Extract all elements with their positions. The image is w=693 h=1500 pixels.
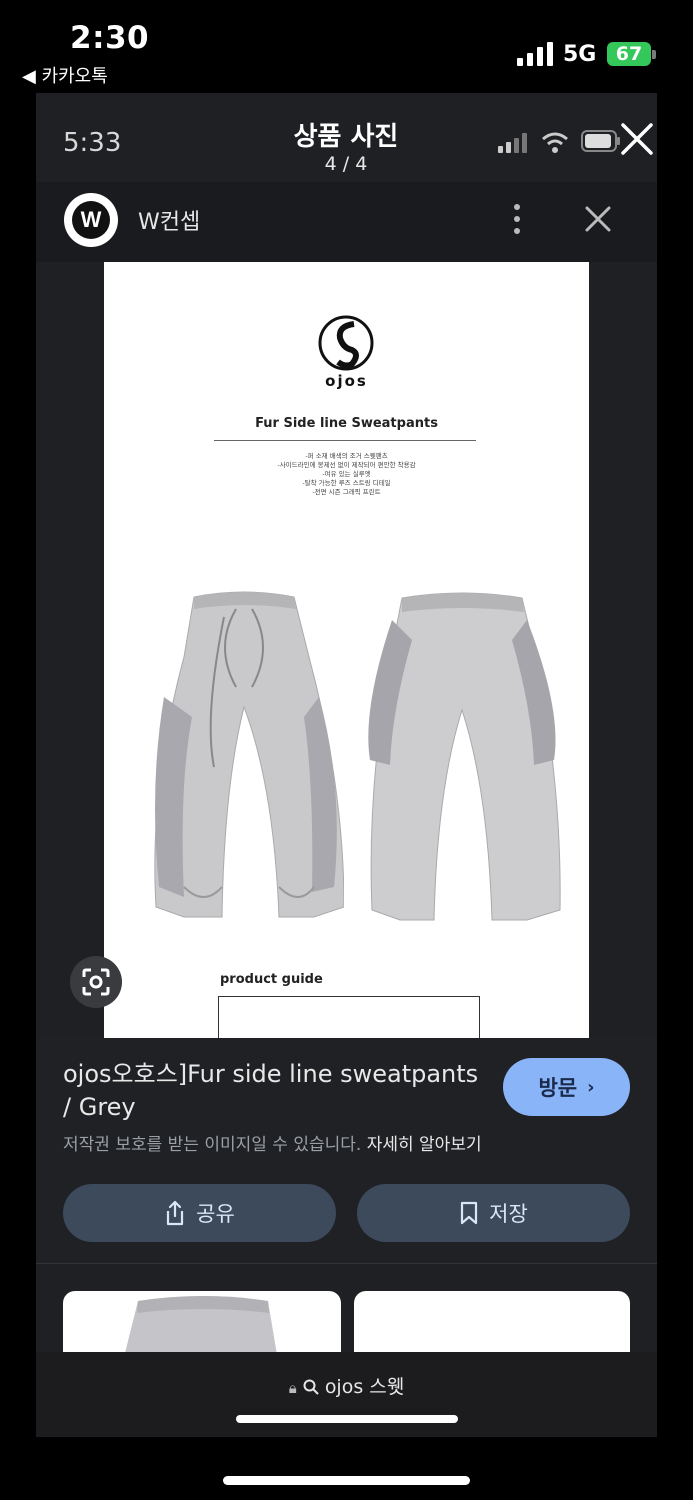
source-site-bar [36,182,657,262]
back-to-app-link[interactable]: ◀ 카카오톡 [22,62,108,88]
site-logo[interactable]: W [64,193,118,247]
description-line: -퍼 소재 배색의 조거 스웻팬츠 [305,452,388,460]
home-indicator[interactable] [223,1476,470,1485]
signal-icon [517,42,553,66]
save-button[interactable]: 저장 [357,1184,630,1242]
close-viewer-icon[interactable] [620,122,654,156]
size-guide-table [218,996,480,1038]
ojos-logo-icon [318,315,374,371]
network-label: 5G [563,42,597,67]
more-options-icon[interactable] [510,203,524,235]
inner-signal-icon [498,133,527,153]
pants-back-illustration [368,592,561,921]
lens-icon [82,968,110,996]
copyright-notice: 저작권 보호를 받는 이미지일 수 있습니다. 자세히 알아보기 [63,1130,482,1155]
inner-home-indicator [236,1415,458,1423]
description-line: -여유 있는 실루엣 [322,470,371,478]
product-guide-title: product guide [220,972,323,987]
product-image-title: Fur Side line Sweatpants [255,416,438,431]
share-button[interactable]: 공유 [63,1184,336,1242]
related-image-thumbnail[interactable] [354,1291,630,1361]
address-bar[interactable]: 🔒︎ ojos 스웻 [36,1372,657,1399]
share-icon [167,1200,184,1226]
description-line: -전면 시즌 그래픽 프린트 [312,488,381,496]
product-image[interactable]: ojos Fur Side line Sweatpants -퍼 소재 배색의 … [104,262,589,1038]
inner-battery-icon [581,130,620,152]
visit-label: 방문 [538,1076,578,1100]
product-description: -퍼 소재 배색의 조거 스웻팬츠 -사이드라인에 봉제선 없이 제작되어 편안… [104,452,589,497]
battery-icon: 67 [607,42,651,66]
pants-front-illustration [154,591,344,918]
battery-tip [652,50,656,59]
search-icon [303,1379,319,1395]
wifi-icon [542,132,568,153]
viewer-title: 상품 사진 [293,122,399,152]
status-time: 2:30 [70,20,150,56]
bookmark-icon [461,1201,478,1225]
share-label: 공유 [196,1202,235,1226]
lock-icon: 🔒︎ [288,1379,297,1397]
lens-search-button[interactable] [70,956,122,1008]
brand-name: ojos [325,372,368,390]
save-label: 저장 [489,1202,528,1226]
image-counter: 4 / 4 [324,153,368,175]
copyright-text: 저작권 보호를 받는 이미지일 수 있습니다. [63,1135,362,1155]
battery-level: 67 [615,43,643,65]
viewer-time: 5:33 [63,128,122,158]
search-query: ojos 스웻 [324,1376,405,1398]
close-icon[interactable] [584,205,612,233]
related-image-thumbnail[interactable] [63,1291,341,1361]
learn-more-link[interactable]: 자세히 알아보기 [367,1135,482,1155]
product-title[interactable]: ojos오호스]Fur side line sweatpants / Grey [63,1058,483,1124]
description-line: -사이드라인에 봉제선 없이 제작되어 편안한 착용감 [277,461,416,469]
chevron-right-icon: › [587,1076,595,1098]
visit-button[interactable]: 방문 › [503,1058,630,1116]
site-logo-letter: W [72,201,110,239]
description-line: -탈착 가능한 루즈 스트링 디테일 [302,479,391,487]
title-divider [214,440,476,441]
pants-thumbnail-illustration [123,1296,278,1361]
site-name[interactable]: W컨셉 [138,204,200,236]
